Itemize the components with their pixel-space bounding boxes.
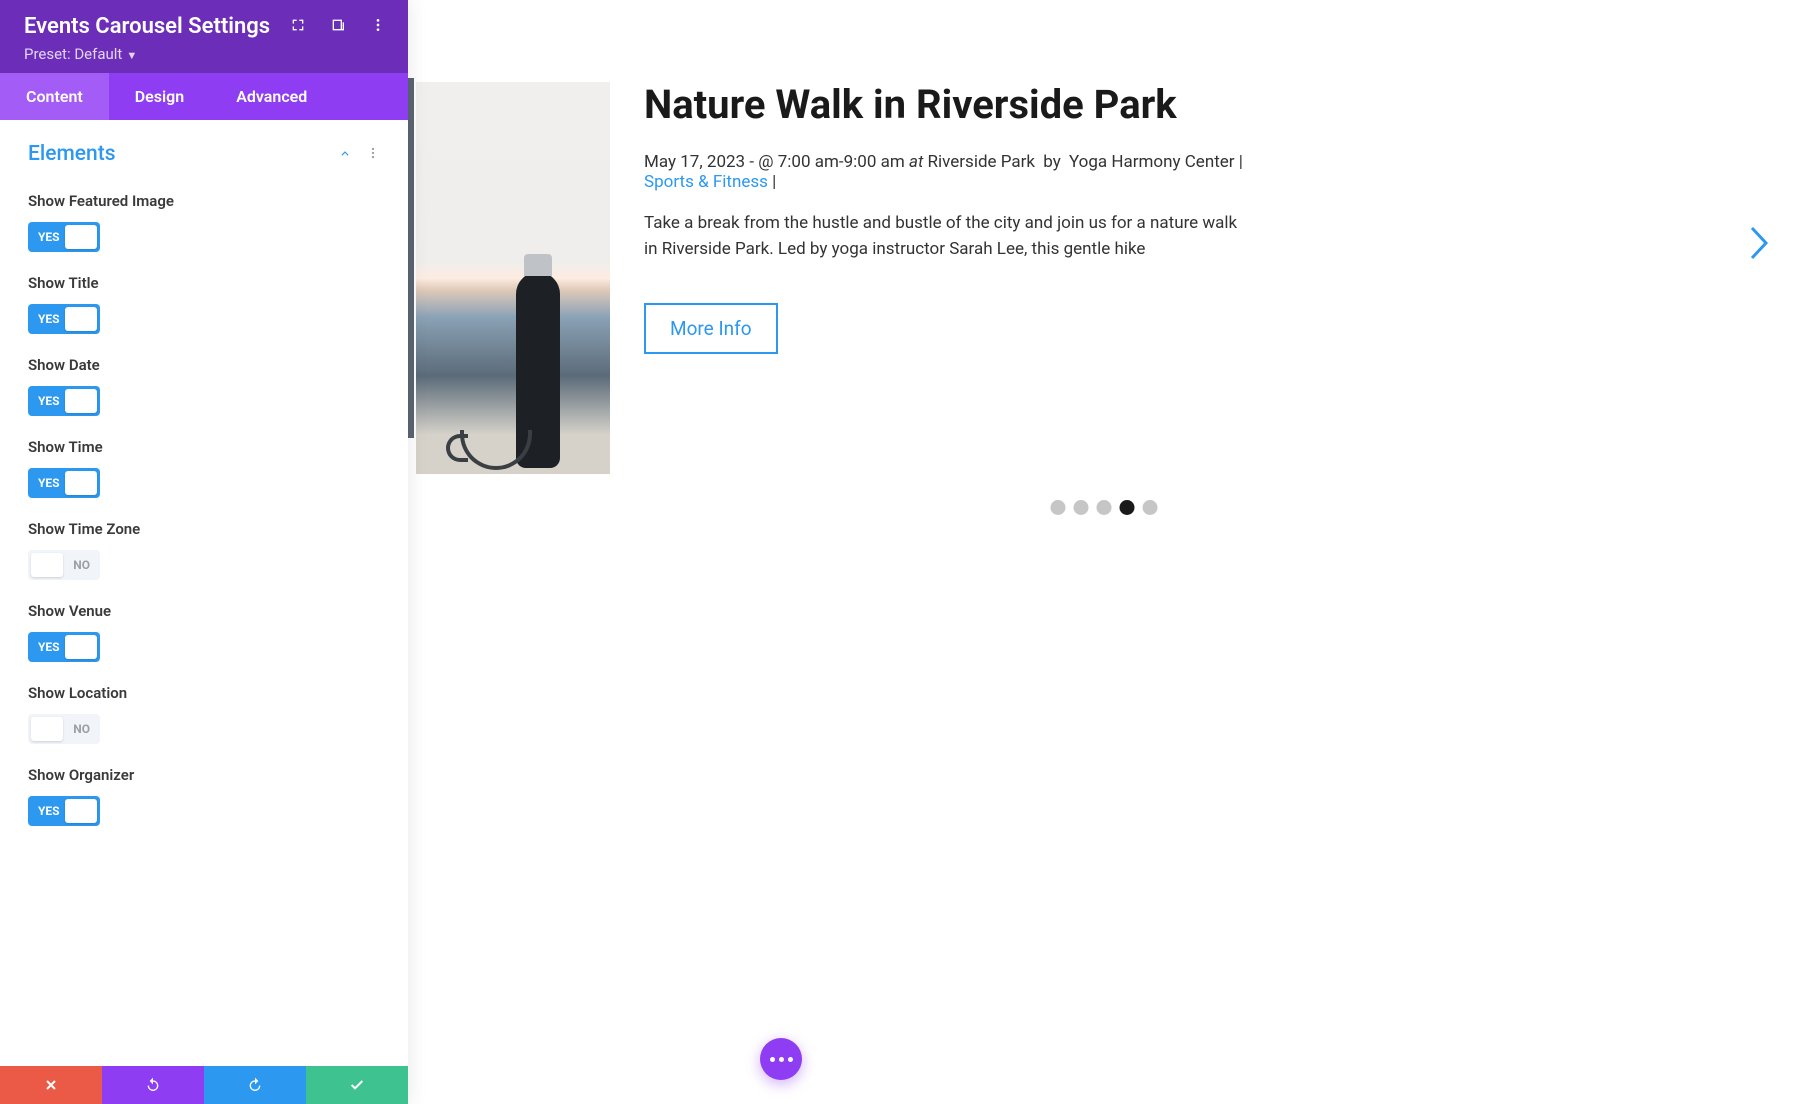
event-organizer: Yoga Harmony Center [1069, 152, 1235, 172]
field-label: Show Venue [28, 602, 380, 620]
event-date: May 17, 2023 [644, 152, 745, 172]
event-title[interactable]: Nature Walk in Riverside Park [644, 82, 1264, 128]
carousel-dot[interactable] [1143, 500, 1158, 515]
caret-down-icon: ▼ [126, 49, 137, 62]
field-label: Show Title [28, 274, 380, 292]
preview-area: Nature Walk in Riverside Park May 17, 20… [408, 0, 1800, 1104]
carousel-dot[interactable] [1051, 500, 1066, 515]
undo-button[interactable] [102, 1066, 204, 1104]
cancel-button[interactable] [0, 1066, 102, 1104]
featured-image[interactable] [416, 82, 610, 474]
event-category-link[interactable]: Sports & Fitness [644, 172, 768, 192]
field-label: Show Location [28, 684, 380, 702]
toggle-show-venue[interactable]: YES [28, 632, 100, 662]
redo-button[interactable] [204, 1066, 306, 1104]
save-button[interactable] [306, 1066, 408, 1104]
toggle-show-featured-image[interactable]: YES [28, 222, 100, 252]
field-label: Show Time [28, 438, 380, 456]
field-label: Show Time Zone [28, 520, 380, 538]
page-settings-fab[interactable] [760, 1038, 802, 1080]
section-kebab-icon[interactable] [366, 145, 380, 164]
chevron-up-icon[interactable] [338, 145, 352, 164]
carousel-dot[interactable] [1120, 500, 1135, 515]
carousel-dot[interactable] [1074, 500, 1089, 515]
responsive-icon[interactable] [330, 17, 346, 37]
toggle-show-time[interactable]: YES [28, 468, 100, 498]
tab-advanced[interactable]: Advanced [210, 73, 333, 120]
event-slide: Nature Walk in Riverside Park May 17, 20… [416, 0, 1800, 474]
toggle-show-date[interactable]: YES [28, 386, 100, 416]
preset-label: Preset: Default [24, 45, 122, 63]
event-time: 7:00 am-9:00 am [778, 152, 905, 172]
panel-title: Events Carousel Settings [24, 14, 270, 39]
carousel-dots [1051, 500, 1158, 515]
field-label: Show Organizer [28, 766, 380, 784]
carousel-next-arrow[interactable] [1748, 224, 1772, 266]
tabs: Content Design Advanced [0, 73, 408, 120]
preset-dropdown[interactable]: Preset: Default ▼ [24, 45, 396, 63]
toggle-show-location[interactable]: NO [28, 714, 100, 744]
settings-panel: Events Carousel Settings Preset: Default… [0, 0, 408, 1104]
event-description: Take a break from the hustle and bustle … [644, 210, 1244, 263]
expand-icon[interactable] [290, 17, 306, 37]
section-elements-header[interactable]: Elements [28, 142, 380, 166]
tab-content[interactable]: Content [0, 73, 109, 120]
featured-image-container [416, 82, 610, 474]
tab-design[interactable]: Design [109, 73, 210, 120]
carousel-dot[interactable] [1097, 500, 1112, 515]
toggle-show-title[interactable]: YES [28, 304, 100, 334]
field-label: Show Date [28, 356, 380, 374]
event-venue: Riverside Park [928, 152, 1036, 172]
panel-body[interactable]: Elements Show Featured Image YES Show Titl… [0, 120, 408, 1066]
toggle-show-organizer[interactable]: YES [28, 796, 100, 826]
section-title: Elements [28, 142, 116, 166]
event-meta: May 17, 2023 - @ 7:00 am-9:00 am at Rive… [644, 152, 1264, 192]
toggle-show-time-zone[interactable]: NO [28, 550, 100, 580]
more-info-button[interactable]: More Info [644, 303, 778, 354]
field-label: Show Featured Image [28, 192, 380, 210]
kebab-icon[interactable] [370, 17, 386, 37]
panel-header: Events Carousel Settings Preset: Default… [0, 0, 408, 73]
panel-footer [0, 1066, 408, 1104]
